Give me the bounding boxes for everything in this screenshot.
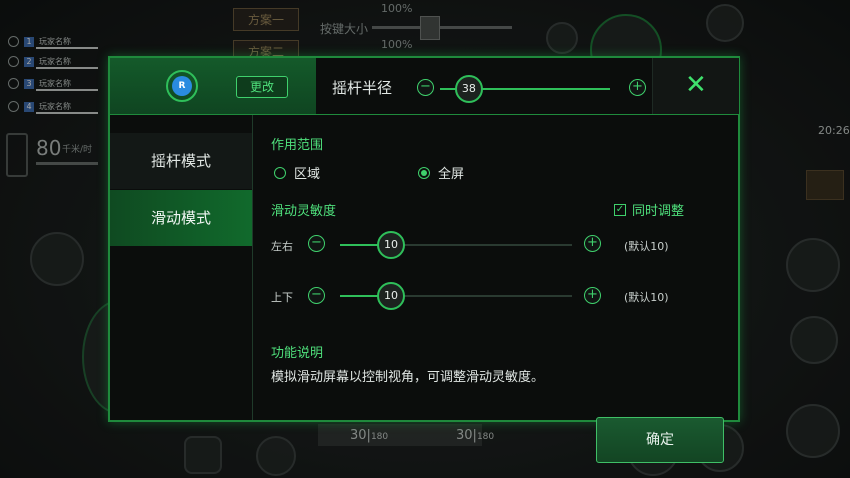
close-icon[interactable]: ✕ bbox=[685, 71, 707, 99]
horizontal-decrease-button[interactable]: − bbox=[308, 235, 325, 252]
scope-option-area[interactable]: 区域 bbox=[274, 163, 320, 182]
checkbox-checked-icon: ✓ bbox=[614, 203, 626, 216]
close-section: ✕ bbox=[652, 58, 739, 114]
avatar-letter: R bbox=[172, 76, 192, 96]
radius-increase-button[interactable]: + bbox=[629, 79, 646, 96]
scope-option-fullscreen[interactable]: 全屏 bbox=[418, 163, 464, 182]
joystick-radius-control: 摇杆半径 − 38 + bbox=[316, 58, 652, 114]
joystick-radius-label: 摇杆半径 bbox=[332, 79, 393, 97]
function-description-title: 功能说明 bbox=[271, 346, 324, 361]
tab-slide-mode[interactable]: 滑动模式 bbox=[110, 190, 252, 246]
header-profile-section: R 更改 bbox=[110, 58, 316, 114]
vertical-increase-button[interactable]: + bbox=[584, 287, 601, 304]
vertical-default-label: (默认10) bbox=[624, 291, 669, 304]
radius-decrease-button[interactable]: − bbox=[417, 79, 434, 96]
vertical-sensitivity-label: 上下 bbox=[271, 291, 293, 304]
slide-mode-settings-dialog: R 更改 摇杆半径 − 38 + ✕ 摇杆模式 滑动模式 作用范围 区域 全屏 … bbox=[108, 56, 740, 463]
radius-slider-knob[interactable]: 38 bbox=[454, 75, 483, 103]
horizontal-default-label: (默认10) bbox=[624, 240, 669, 253]
sensitivity-title: 滑动灵敏度 bbox=[271, 204, 337, 219]
horizontal-increase-button[interactable]: + bbox=[584, 235, 601, 252]
function-description-text: 模拟滑动屏幕以控制视角，可调整滑动灵敏度。 bbox=[271, 370, 545, 385]
sync-adjust-checkbox[interactable]: ✓ 同时调整 bbox=[614, 200, 684, 219]
avatar: R bbox=[166, 70, 198, 102]
horizontal-slider-knob[interactable]: 10 bbox=[377, 231, 406, 259]
mode-sidebar: 摇杆模式 滑动模式 bbox=[110, 115, 253, 420]
radio-ring-icon bbox=[274, 166, 286, 179]
dialog-header: R 更改 摇杆半径 − 38 + ✕ bbox=[110, 58, 739, 114]
scope-title: 作用范围 bbox=[271, 138, 324, 153]
settings-content: 作用范围 区域 全屏 滑动灵敏度 ✓ 同时调整 左右 − 10 + (默认10)… bbox=[252, 115, 738, 463]
vertical-slider-knob[interactable]: 10 bbox=[377, 282, 406, 310]
tab-joystick-mode[interactable]: 摇杆模式 bbox=[110, 133, 252, 189]
radio-selected-icon bbox=[418, 166, 430, 179]
vertical-decrease-button[interactable]: − bbox=[308, 287, 325, 304]
horizontal-sensitivity-label: 左右 bbox=[271, 240, 293, 253]
confirm-button[interactable]: 确定 bbox=[596, 417, 724, 463]
change-button[interactable]: 更改 bbox=[236, 76, 288, 98]
